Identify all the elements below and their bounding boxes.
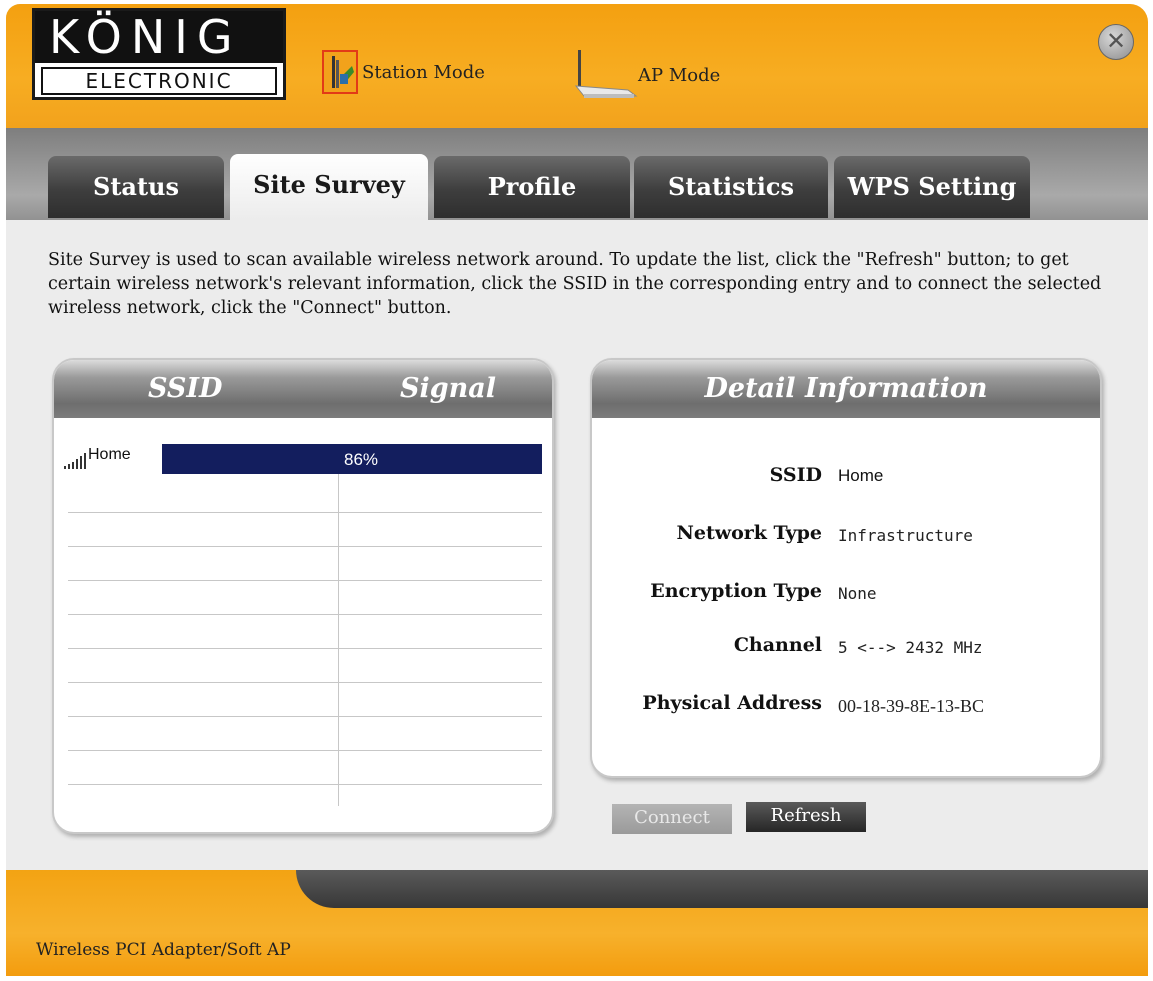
detail-information-panel: Detail Information SSID Home Network Typ… — [590, 358, 1102, 778]
ssid-value: Home — [838, 466, 884, 485]
ssid-column-header: SSID — [148, 373, 223, 404]
logo-bottom-text: ELECTRONIC — [41, 67, 277, 95]
tab-wps-setting[interactable]: WPS Setting — [834, 156, 1030, 218]
signal-column-header: Signal — [400, 373, 497, 404]
station-mode-button[interactable]: Station Mode — [322, 50, 485, 94]
signal-cell: 86% — [344, 450, 379, 469]
tab-site-survey[interactable]: Site Survey — [230, 154, 428, 220]
tab-status[interactable]: Status — [48, 156, 224, 218]
grid-line — [68, 546, 542, 547]
ap-mode-button[interactable]: AP Mode — [572, 50, 720, 100]
column-divider — [338, 446, 339, 806]
grid-line — [68, 682, 542, 683]
channel-label: Channel — [733, 634, 822, 656]
status-bar-text: Wireless PCI Adapter/Soft AP — [36, 940, 291, 960]
footer-dark-band — [296, 870, 1148, 908]
network-type-label: Network Type — [676, 522, 822, 544]
station-adapter-icon — [322, 50, 358, 94]
signal-bars-icon — [62, 450, 96, 470]
app-window: KÖNIG ELECTRONIC Station Mode AP Mode ✕ … — [6, 4, 1148, 976]
connect-button[interactable]: Connect — [612, 804, 732, 834]
refresh-button[interactable]: Refresh — [746, 802, 866, 832]
grid-line — [68, 784, 542, 785]
logo-top-text: KÖNIG — [35, 11, 283, 63]
close-button[interactable]: ✕ — [1098, 24, 1134, 60]
header-bar: KÖNIG ELECTRONIC Station Mode AP Mode ✕ — [6, 4, 1148, 128]
grid-line — [68, 716, 542, 717]
ssid-list-panel: SSID Signal Home 86% — [52, 358, 554, 834]
ap-mode-label: AP Mode — [638, 64, 721, 86]
physical-address-value: 00-18-39-8E-13-BC — [838, 696, 984, 716]
channel-value: 5 <--> 2432 MHz — [838, 638, 983, 657]
tab-statistics[interactable]: Statistics — [634, 156, 828, 218]
encryption-type-label: Encryption Type — [650, 580, 822, 602]
grid-line — [68, 580, 542, 581]
ssid-label: SSID — [769, 464, 822, 486]
site-survey-description: Site Survey is used to scan available wi… — [48, 250, 1102, 318]
encryption-type-value: None — [838, 584, 877, 603]
grid-line — [68, 512, 542, 513]
konig-logo: KÖNIG ELECTRONIC — [32, 8, 286, 100]
grid-line — [68, 614, 542, 615]
grid-line — [68, 750, 542, 751]
grid-line — [68, 648, 542, 649]
access-point-icon — [572, 50, 638, 100]
ssid-list-header: SSID Signal — [54, 360, 552, 418]
physical-address-label: Physical Address — [642, 692, 822, 714]
network-type-value: Infrastructure — [838, 526, 973, 545]
station-mode-label: Station Mode — [362, 61, 485, 83]
tab-profile[interactable]: Profile — [434, 156, 630, 218]
close-icon: ✕ — [1105, 27, 1127, 55]
ssid-value-box: Home — [832, 456, 916, 508]
detail-information-header: Detail Information — [592, 360, 1100, 418]
table-row[interactable]: Home — [62, 444, 131, 470]
